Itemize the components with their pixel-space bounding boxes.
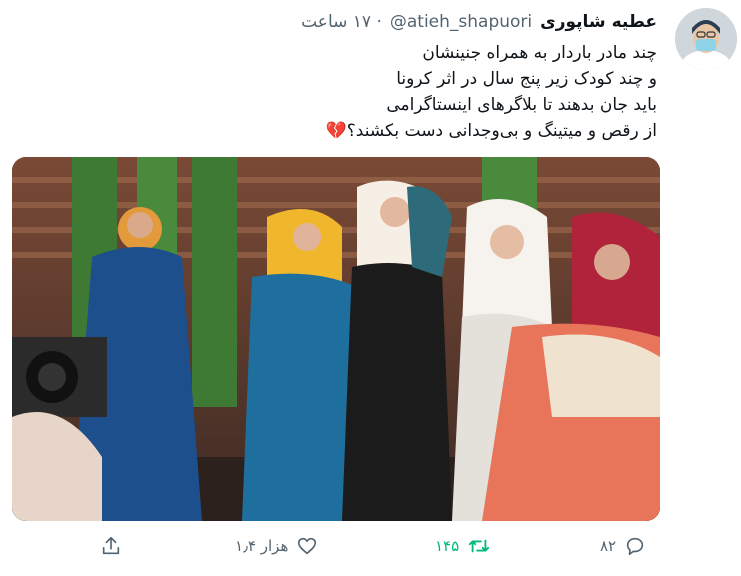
handle[interactable]: @atieh_shapuori	[390, 12, 532, 32]
reply-icon	[626, 537, 644, 556]
tweet: عطیه شاپوری @atieh_shapuori · ۱۷ ساعت چن…	[0, 0, 741, 576]
heart-icon	[298, 537, 317, 555]
like-button[interactable]: ۱٫۴ هزار	[235, 535, 318, 557]
avatar-image	[675, 8, 737, 70]
tweet-text-line: باید جان بدهند تا بلاگرهای اینستاگرامی	[386, 95, 657, 115]
timestamp[interactable]: · ۱۷ ساعت	[301, 12, 382, 32]
tweet-text: چند مادر باردار به همراه جنینشان و چند ک…	[17, 40, 657, 144]
tweet-text-line: چند مادر باردار به همراه جنینشان	[422, 43, 657, 63]
tweet-text-line: و چند کودک زیر پنج سال در اثر کرونا	[396, 69, 657, 89]
tweet-media[interactable]	[12, 157, 660, 521]
share-icon	[102, 536, 120, 555]
author-name[interactable]: عطیه شاپوری	[540, 12, 657, 32]
retweet-icon	[469, 539, 490, 553]
share-button[interactable]	[100, 535, 122, 557]
like-count: ۱٫۴ هزار	[235, 537, 289, 555]
media-photo	[12, 157, 660, 521]
retweet-count: ۱۴۵	[435, 537, 460, 555]
reply-button[interactable]: ۸۲	[600, 535, 646, 557]
tweet-text-line: از رقص و میتینگ و بی‌وجدانی دست بکشند؟💔	[325, 121, 657, 141]
avatar[interactable]	[675, 8, 737, 70]
tweet-actions: ۱٫۴ هزار ۱۴۵ ۸۲	[100, 535, 660, 567]
retweet-button[interactable]: ۱۴۵	[435, 535, 491, 557]
tweet-header: عطیه شاپوری @atieh_shapuori · ۱۷ ساعت	[301, 12, 657, 32]
reply-count: ۸۲	[600, 537, 617, 555]
